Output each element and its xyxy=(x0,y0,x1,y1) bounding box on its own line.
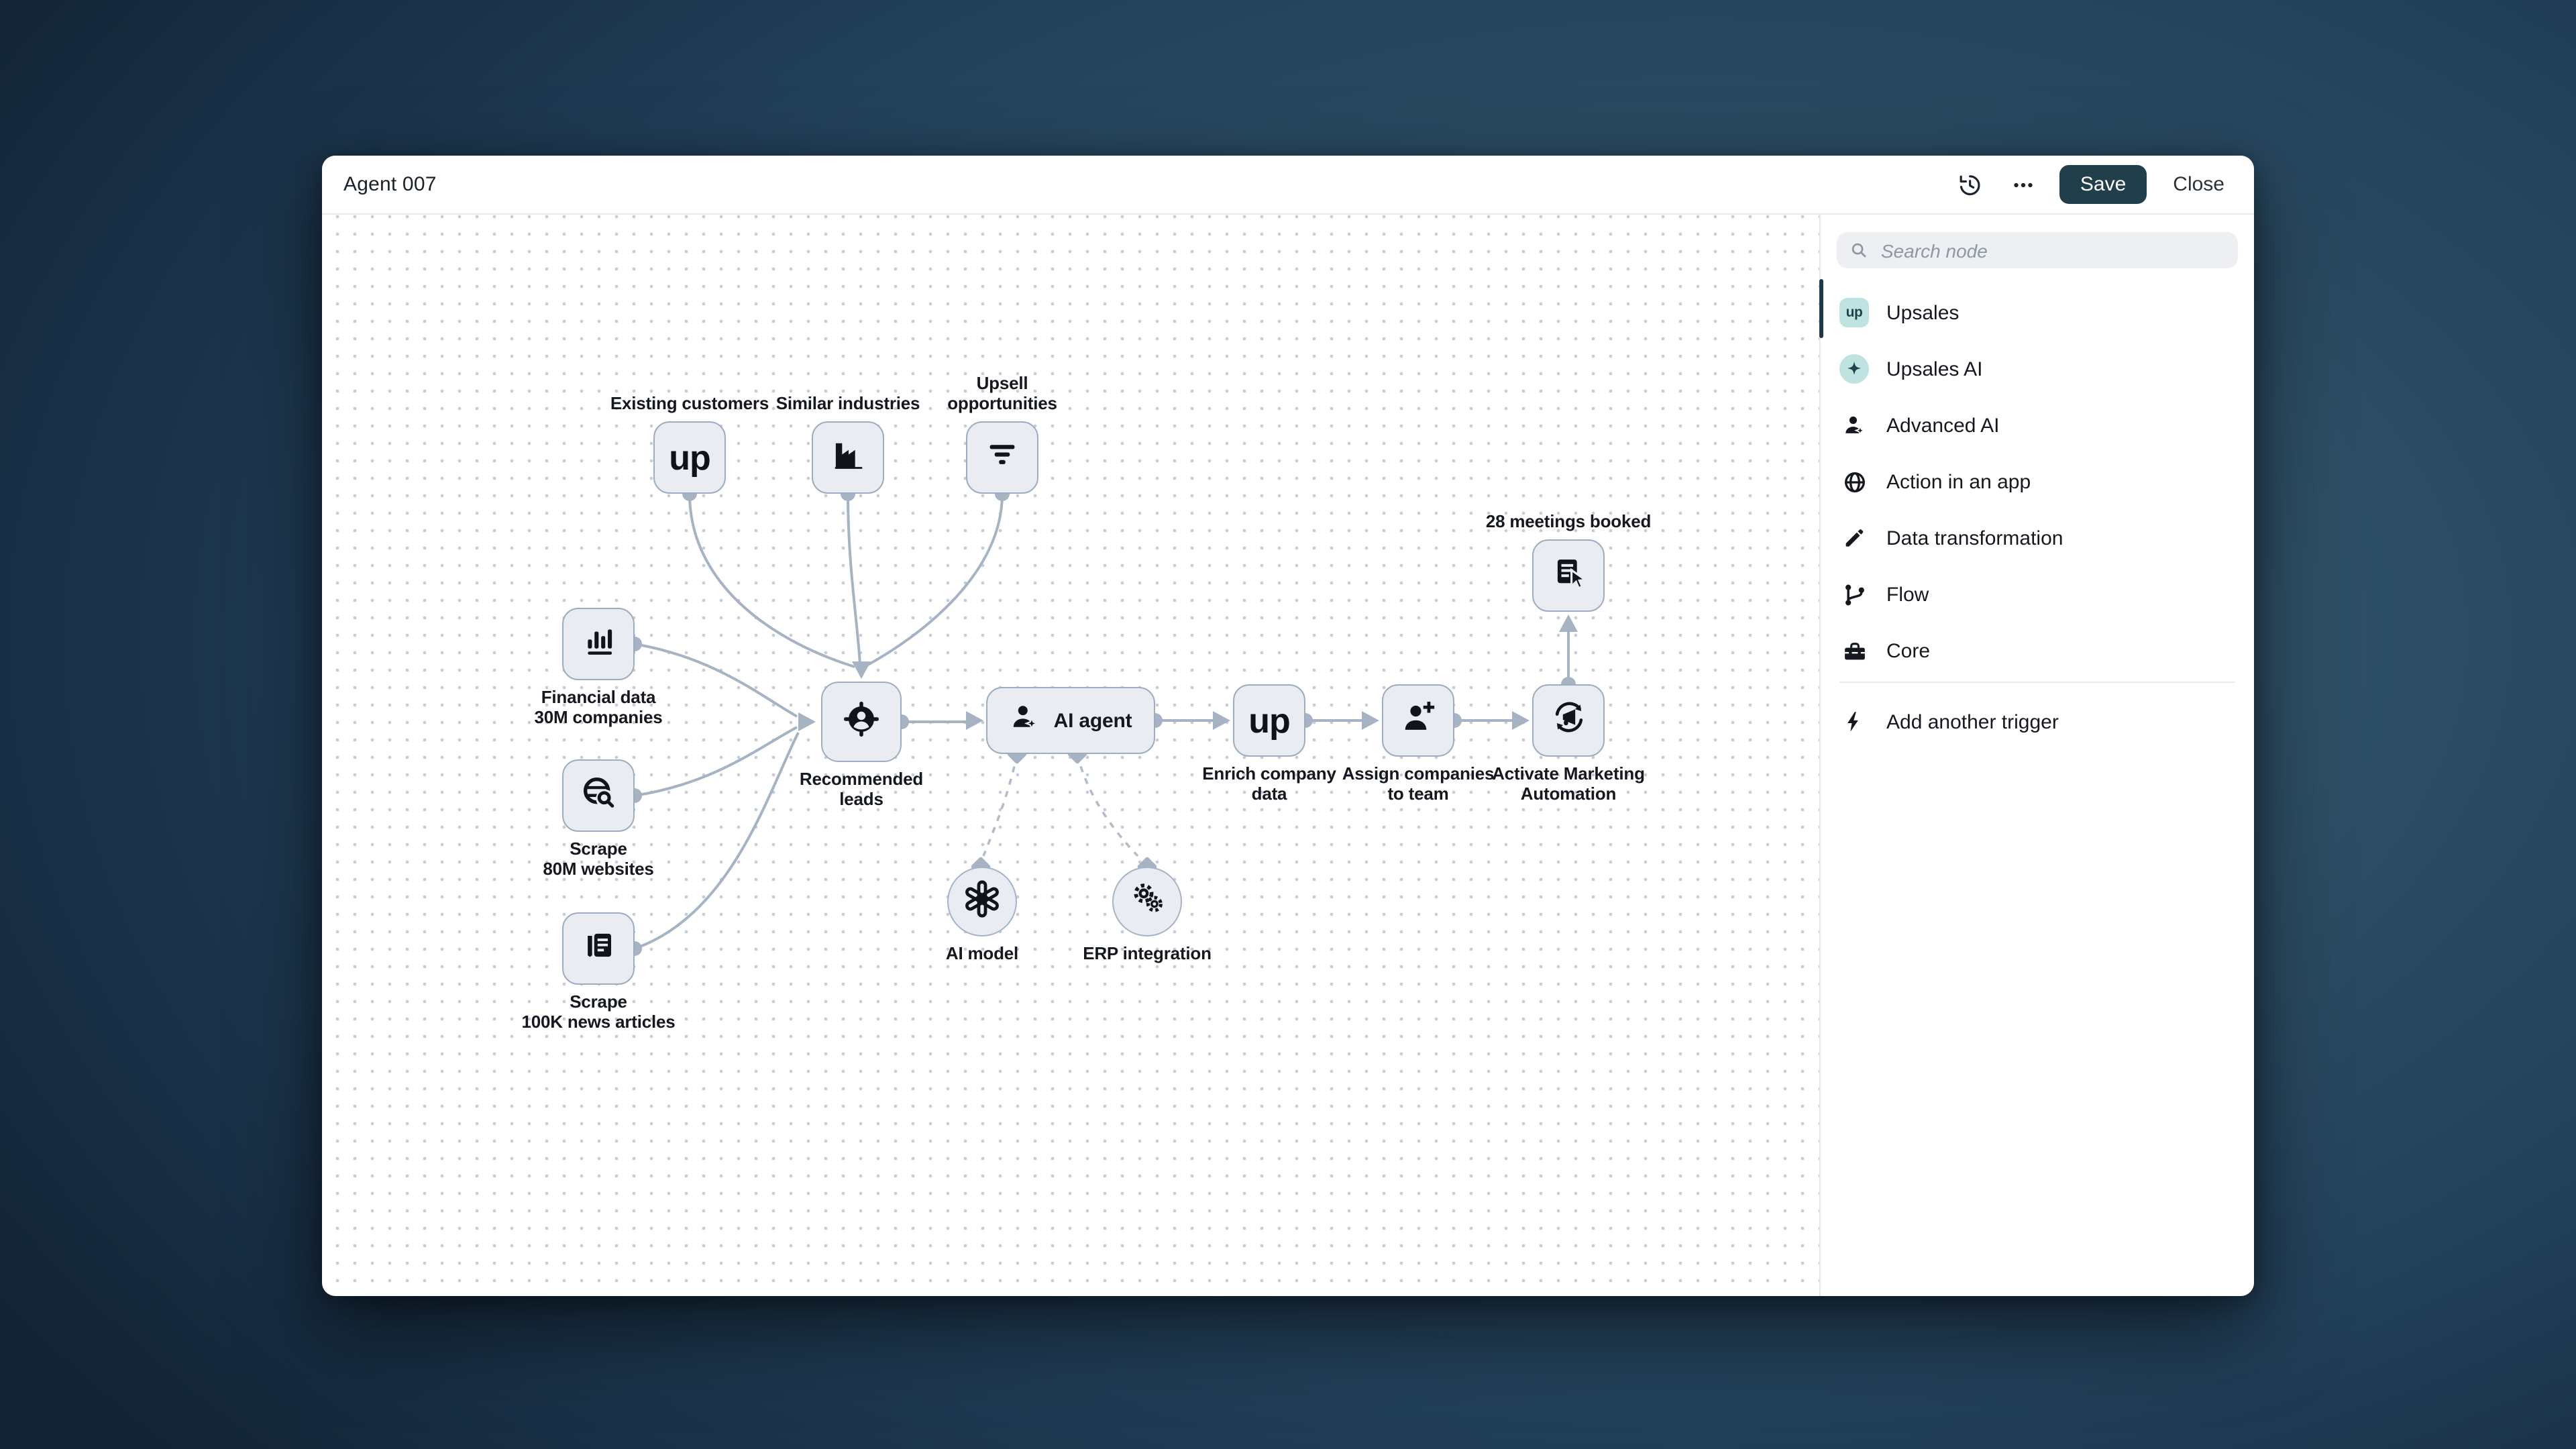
search-icon xyxy=(1849,240,1869,260)
node-existing-customers[interactable]: up Existing customers xyxy=(610,393,769,494)
web-search-icon xyxy=(580,773,617,818)
node-similar-industries[interactable]: Similar industries xyxy=(776,393,920,494)
sidebar-item-advanced-ai[interactable]: Advanced AI xyxy=(1821,397,2254,453)
bar-chart-icon xyxy=(580,623,616,665)
openai-icon xyxy=(962,878,1002,925)
node-label: ERP integration xyxy=(1083,943,1212,963)
upsales-badge: up xyxy=(1839,298,1869,327)
search-node-box xyxy=(1837,232,2238,268)
node-label: Scrape 100K news articles xyxy=(521,991,676,1031)
node-label: Activate Marketing Automation xyxy=(1492,763,1645,803)
sidebar-item-flow[interactable]: Flow xyxy=(1821,566,2254,623)
save-button[interactable]: Save xyxy=(2059,165,2147,204)
sidebar-item-label: Action in an app xyxy=(1886,470,2031,493)
bolt-icon xyxy=(1839,707,1869,737)
node-category-list: up Upsales Upsales AI Advanced AI Action… xyxy=(1821,284,2254,750)
sidebar-divider xyxy=(1839,682,2235,683)
sidebar-item-add-trigger[interactable]: Add another trigger xyxy=(1821,694,2254,750)
sidebar-item-label: Upsales AI xyxy=(1886,358,1983,380)
search-input[interactable] xyxy=(1878,238,2226,262)
node-activate-marketing[interactable]: Activate Marketing Automation xyxy=(1492,684,1645,803)
sidebar-item-label: Data transformation xyxy=(1886,527,2063,549)
pencil-icon xyxy=(1839,523,1869,553)
node-ai-agent[interactable]: AI agent xyxy=(986,687,1155,754)
upsales-up-logo: up xyxy=(1248,700,1291,741)
sidebar-item-label: Core xyxy=(1886,639,1931,662)
megaphone-sync-icon xyxy=(1549,698,1588,743)
window-header: Agent 007 Save Close xyxy=(322,156,2254,215)
sidebar-item-label: Flow xyxy=(1886,583,1929,606)
node-palette-sidebar: up Upsales Upsales AI xyxy=(1819,215,2254,1296)
form-click-icon xyxy=(1550,554,1588,597)
node-label: Assign companies to team xyxy=(1342,763,1495,803)
sidebar-item-label: Add another trigger xyxy=(1886,710,2059,733)
node-label: Similar industries xyxy=(775,392,920,413)
node-scrape-websites[interactable]: Scrape 80M websites xyxy=(543,759,654,878)
history-icon[interactable] xyxy=(1953,167,1988,202)
node-label: 28 meetings booked xyxy=(1485,511,1652,531)
sidebar-item-upsales[interactable]: up Upsales xyxy=(1821,284,2254,341)
node-enrich-company-data[interactable]: up Enrich company data xyxy=(1202,684,1336,803)
node-scrape-news[interactable]: Scrape 100K news articles xyxy=(521,912,676,1031)
page-title: Agent 007 xyxy=(343,173,437,196)
header-actions: Save Close xyxy=(1953,165,2233,204)
node-assign-companies[interactable]: Assign companies to team xyxy=(1342,684,1494,803)
factory-icon xyxy=(830,436,866,479)
flow-canvas[interactable]: up Existing customers Similar industries xyxy=(322,215,1819,1296)
node-label: Enrich company data xyxy=(1202,763,1336,803)
sidebar-item-core[interactable]: Core xyxy=(1821,623,2254,679)
node-ai-model[interactable]: AI model xyxy=(946,867,1018,963)
node-recommended-leads[interactable]: Recommended leads xyxy=(800,682,923,808)
node-financial-data[interactable]: Financial data 30M companies xyxy=(534,608,663,727)
node-upsell-opportunities[interactable]: Upsell opportunities xyxy=(947,374,1057,494)
person-sparkle-icon xyxy=(1010,701,1042,740)
person-add-icon xyxy=(1400,699,1436,742)
node-label: Scrape 80M websites xyxy=(543,839,654,878)
upsales-up-logo: up xyxy=(669,437,711,478)
news-icon xyxy=(580,927,616,970)
close-button[interactable]: Close xyxy=(2165,168,2233,201)
branch-icon xyxy=(1839,580,1869,609)
node-label: Recommended leads xyxy=(799,769,924,808)
active-item-indicator xyxy=(1819,279,1823,338)
sidebar-item-label: Advanced AI xyxy=(1886,414,2000,437)
filter-icon xyxy=(985,437,1020,478)
node-erp-integration[interactable]: ERP integration xyxy=(1083,867,1212,963)
lead-target-icon xyxy=(841,698,881,745)
node-label: AI agent xyxy=(1053,709,1132,732)
sparkle-icon xyxy=(1839,354,1869,384)
flow-editor-window: Agent 007 Save Close up Existing custome… xyxy=(322,156,2254,1296)
sidebar-item-upsales-ai[interactable]: Upsales AI xyxy=(1821,341,2254,397)
desktop-background: Agent 007 Save Close up Existing custome… xyxy=(0,0,2576,1449)
sidebar-item-action-in-app[interactable]: Action in an app xyxy=(1821,453,2254,510)
sidebar-item-label: Upsales xyxy=(1886,301,1960,324)
gears-icon xyxy=(1129,880,1165,923)
toolbox-icon xyxy=(1839,636,1869,665)
node-label: Upsell opportunities xyxy=(947,373,1057,413)
person-sparkle-icon xyxy=(1839,411,1869,440)
ellipsis-icon[interactable] xyxy=(2006,167,2041,202)
node-label: Existing customers xyxy=(610,392,769,413)
node-meetings-booked[interactable]: 28 meetings booked xyxy=(1486,511,1651,612)
globe-icon xyxy=(1839,467,1869,496)
sidebar-item-data-transformation[interactable]: Data transformation xyxy=(1821,510,2254,566)
node-label: Financial data 30M companies xyxy=(534,687,663,727)
node-label: AI model xyxy=(945,943,1019,963)
